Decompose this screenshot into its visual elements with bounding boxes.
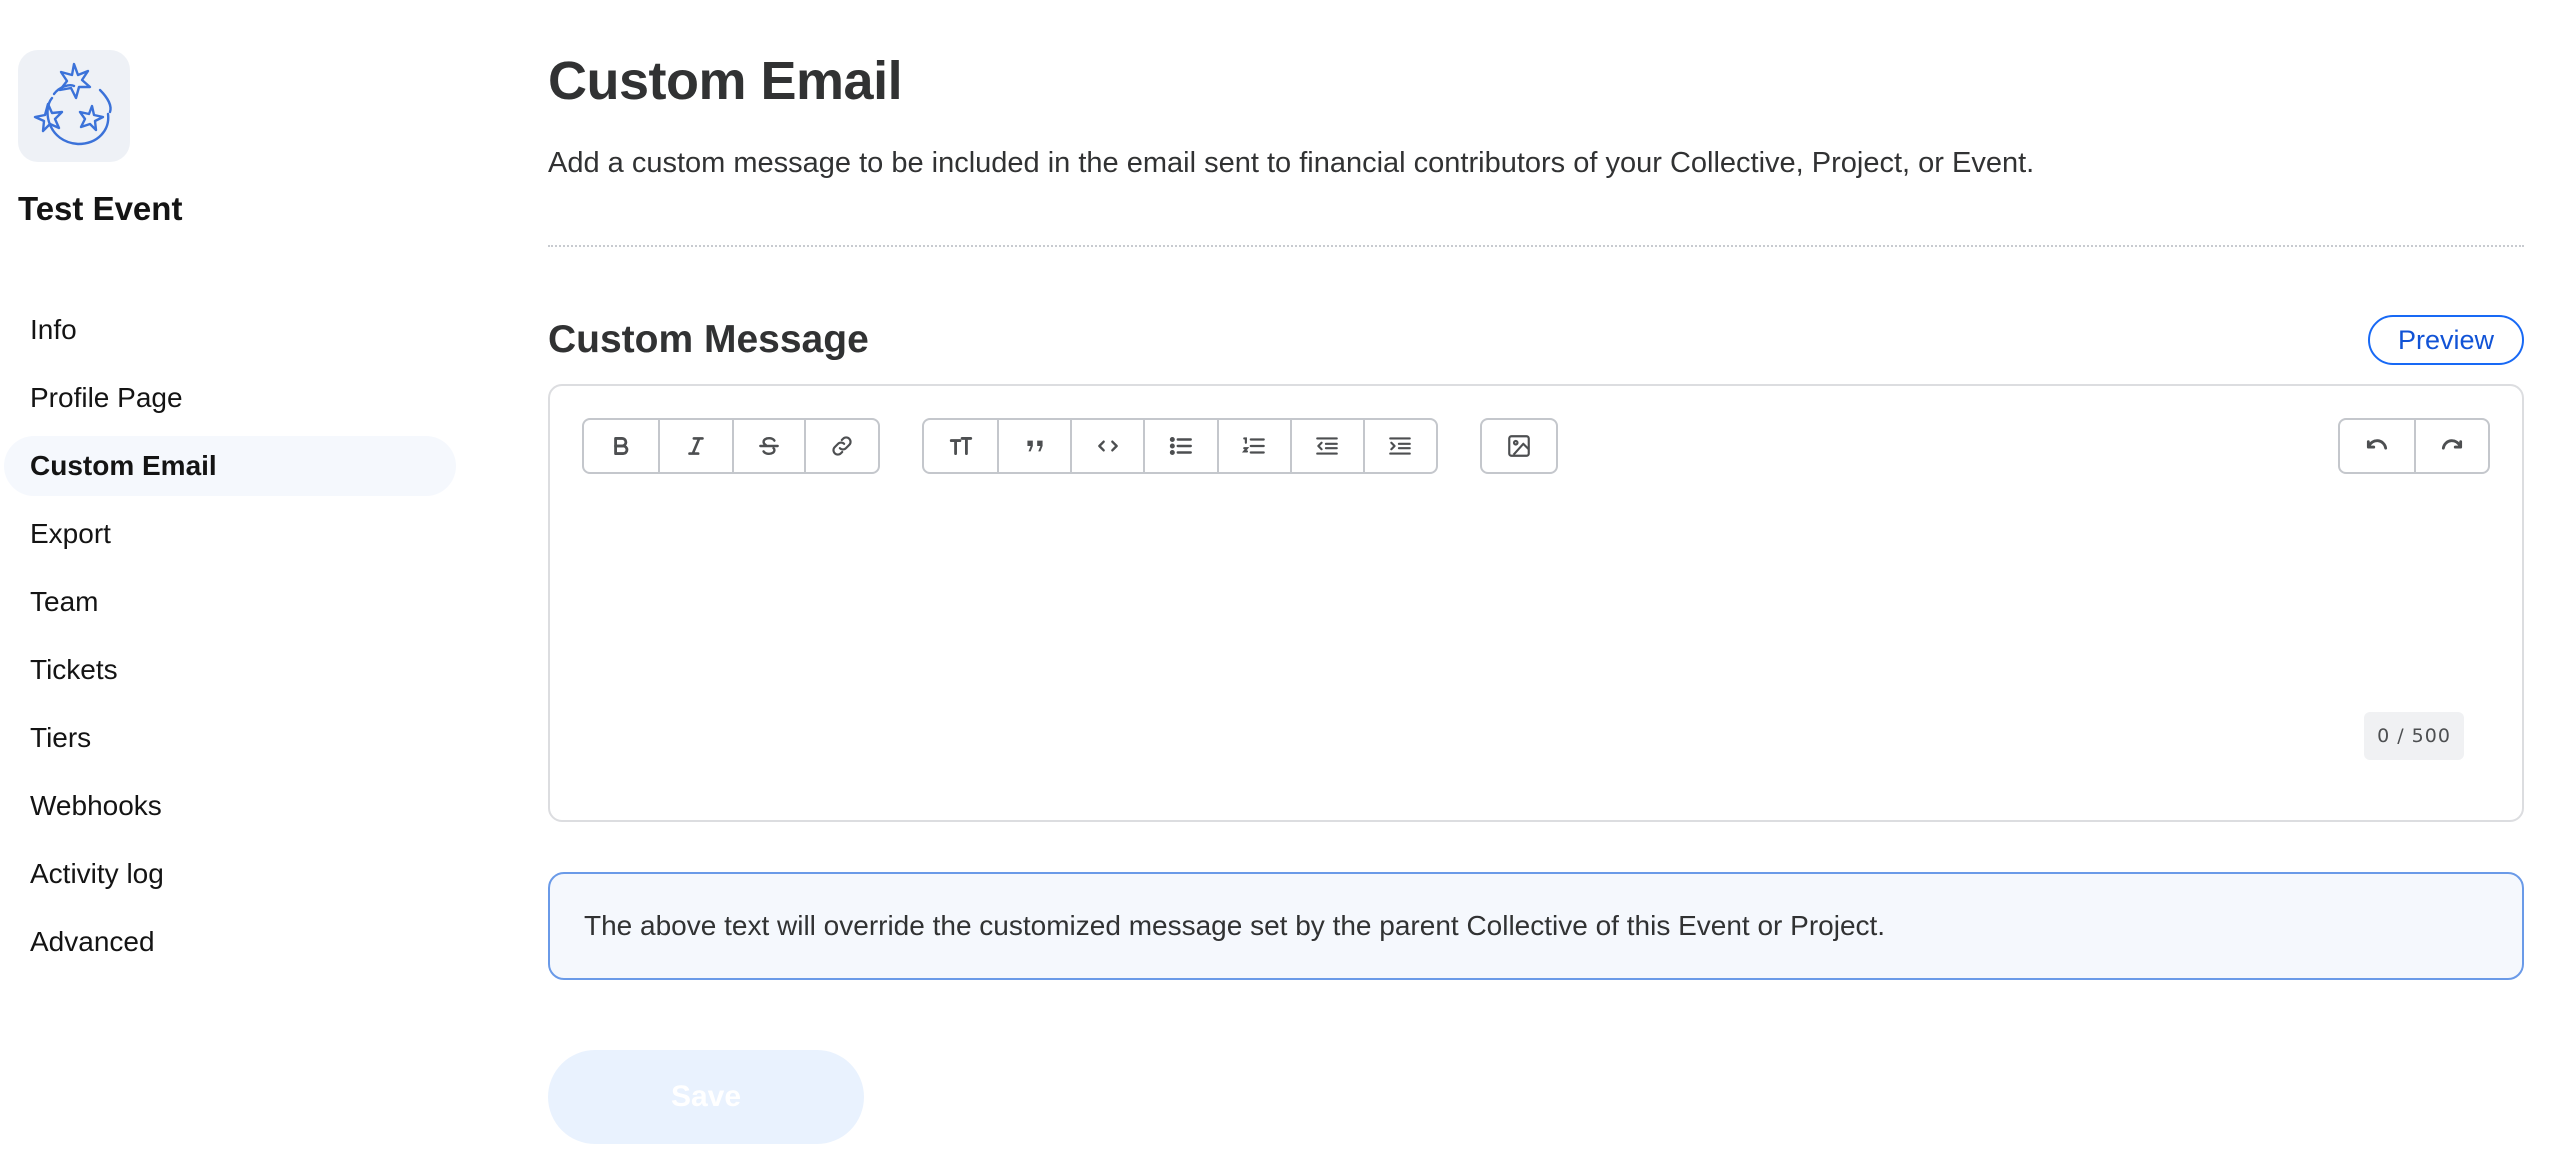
- indent-button[interactable]: [1365, 420, 1436, 472]
- link-icon: [832, 436, 852, 456]
- account-logo[interactable]: [18, 50, 130, 162]
- code-button[interactable]: [1072, 420, 1146, 472]
- save-button[interactable]: Save: [548, 1050, 864, 1144]
- stars-logo-icon: [33, 62, 112, 146]
- bold-button[interactable]: [584, 420, 660, 472]
- toolbar-history-group: [2338, 418, 2490, 474]
- heading-icon: [949, 437, 972, 455]
- sidebar: Test Event Info Profile Page Custom Emai…: [0, 0, 460, 1152]
- sidebar-item-profile-page[interactable]: Profile Page: [4, 368, 456, 428]
- numbered-list-button[interactable]: [1219, 420, 1292, 472]
- redo-button[interactable]: [2416, 420, 2488, 472]
- toolbar-media-group: [1480, 418, 1558, 474]
- code-icon: [1097, 440, 1118, 452]
- undo-button[interactable]: [2340, 420, 2416, 472]
- indent-icon: [1389, 437, 1412, 455]
- section-title: Custom Message: [548, 318, 869, 361]
- strikethrough-button[interactable]: [734, 420, 806, 472]
- undo-icon: [2366, 439, 2388, 450]
- toolbar-format-group: [582, 418, 880, 474]
- page-title: Custom Email: [548, 51, 903, 111]
- italic-icon: [688, 437, 704, 455]
- toolbar-blocks-group: [922, 418, 1438, 474]
- heading-button[interactable]: [924, 420, 1000, 472]
- sidebar-item-webhooks[interactable]: Webhooks: [4, 776, 456, 836]
- account-name: Test Event: [18, 190, 183, 227]
- sidebar-item-team[interactable]: Team: [4, 572, 456, 632]
- preview-button[interactable]: Preview: [2368, 315, 2524, 365]
- image-button[interactable]: [1482, 420, 1556, 472]
- numbered-list-icon: [1242, 437, 1265, 454]
- bullet-list-icon: [1169, 437, 1192, 455]
- image-icon: [1508, 435, 1530, 457]
- sidebar-item-export[interactable]: Export: [4, 504, 456, 564]
- rich-text-editor[interactable]: 0 / 500: [548, 384, 2524, 822]
- bullet-list-button[interactable]: [1145, 420, 1219, 472]
- link-button[interactable]: [806, 420, 878, 472]
- sidebar-item-tiers[interactable]: Tiers: [4, 708, 456, 768]
- strikethrough-icon: [759, 437, 779, 455]
- sidebar-item-tickets[interactable]: Tickets: [4, 640, 456, 700]
- sidebar-item-activity-log[interactable]: Activity log: [4, 844, 456, 904]
- settings-nav: Info Profile Page Custom Email Export Te…: [0, 300, 460, 980]
- quote-button[interactable]: [999, 420, 1073, 472]
- sidebar-item-custom-email[interactable]: Custom Email: [4, 436, 456, 496]
- character-counter: 0 / 500: [2364, 712, 2464, 760]
- sidebar-item-advanced[interactable]: Advanced: [4, 912, 456, 972]
- section-divider: [548, 245, 2524, 247]
- quote-icon: [1027, 440, 1043, 452]
- outdent-icon: [1316, 437, 1339, 455]
- sidebar-item-info[interactable]: Info: [4, 300, 456, 360]
- redo-icon: [2441, 439, 2463, 450]
- bold-icon: [614, 437, 629, 455]
- page-description: Add a custom message to be included in t…: [548, 147, 2035, 179]
- outdent-button[interactable]: [1292, 420, 1365, 472]
- info-message: The above text will override the customi…: [548, 872, 2524, 980]
- italic-button[interactable]: [660, 420, 734, 472]
